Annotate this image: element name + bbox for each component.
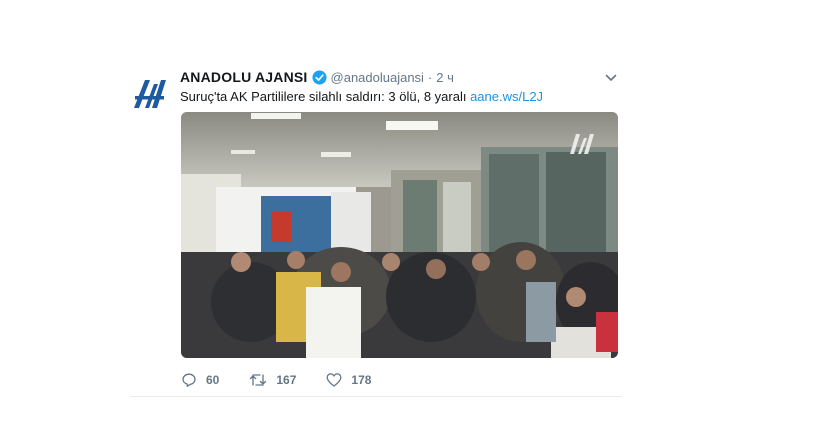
chevron-down-icon[interactable] xyxy=(604,71,618,85)
retweet-count: 167 xyxy=(276,373,297,387)
author-handle[interactable]: @anadoluajansi xyxy=(331,70,424,85)
divider xyxy=(130,396,622,397)
tweet-actions: 60 167 178 xyxy=(181,372,401,388)
media-photo[interactable] xyxy=(181,112,618,358)
reply-icon xyxy=(182,373,196,387)
retweet-icon xyxy=(250,374,267,386)
avatar[interactable] xyxy=(132,74,168,110)
reply-count: 60 xyxy=(206,373,220,387)
tweet-link[interactable]: aane.ws/L2J xyxy=(470,89,543,104)
retweet-button[interactable]: 167 xyxy=(249,372,296,388)
tweet-body: Suruç'ta AK Partililere silahlı saldırı:… xyxy=(180,89,471,104)
tweet-text: Suruç'ta AK Partililere silahlı saldırı:… xyxy=(180,89,543,104)
like-button[interactable]: 178 xyxy=(326,372,371,388)
reply-button[interactable]: 60 xyxy=(181,372,219,388)
tweet-timestamp[interactable]: 2 ч xyxy=(436,70,454,85)
verified-badge-icon xyxy=(311,69,327,85)
tweet-header: ANADOLU AJANSI @anadoluajansi · 2 ч xyxy=(180,69,454,85)
tweet-card[interactable]: ANADOLU AJANSI @anadoluajansi · 2 ч Suru… xyxy=(130,60,622,398)
author-name[interactable]: ANADOLU AJANSI xyxy=(180,69,308,85)
separator-dot: · xyxy=(427,69,433,85)
heart-icon xyxy=(326,373,342,387)
like-count: 178 xyxy=(351,373,372,387)
